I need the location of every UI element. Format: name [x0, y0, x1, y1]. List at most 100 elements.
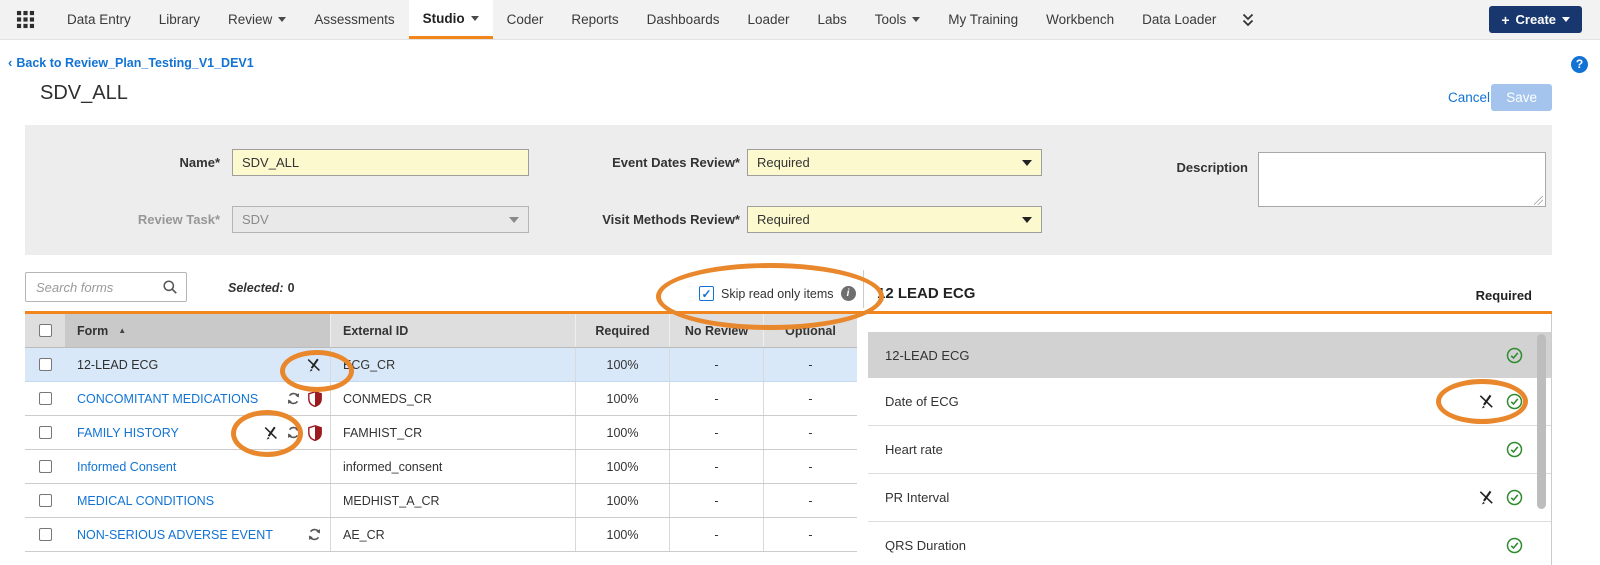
- check-circle-icon[interactable]: [1506, 393, 1523, 410]
- row-checkbox[interactable]: [39, 460, 52, 473]
- pencil-slash-icon: [306, 357, 322, 373]
- table-header-row: Form▲ External ID Required No Review Opt…: [25, 314, 857, 348]
- detail-row-date-of-ecg[interactable]: Date of ECG: [868, 378, 1551, 426]
- refresh-icon: [286, 391, 301, 406]
- skip-read-only-checkbox[interactable]: ✓: [699, 286, 714, 301]
- nav-tab-studio[interactable]: Studio: [409, 0, 493, 39]
- info-icon[interactable]: i: [841, 286, 856, 301]
- column-header-external-id[interactable]: External ID: [330, 314, 575, 347]
- nav-tab-library[interactable]: Library: [145, 0, 214, 39]
- cancel-button[interactable]: Cancel: [1448, 90, 1490, 105]
- review-task-select[interactable]: SDV: [232, 206, 529, 233]
- nav-tab-review[interactable]: Review: [214, 0, 300, 39]
- refresh-icon: [286, 425, 301, 440]
- column-header-label: Optional: [785, 324, 836, 338]
- form-cell: MEDICAL CONDITIONS: [65, 484, 330, 517]
- row-checkbox[interactable]: [39, 494, 52, 507]
- detail-row-pr-interval[interactable]: PR Interval: [868, 474, 1551, 522]
- create-button-label: Create: [1516, 12, 1556, 27]
- no-review-cell: -: [669, 518, 763, 551]
- form-name-link[interactable]: Informed Consent: [77, 460, 176, 474]
- search-forms-input[interactable]: [26, 280, 162, 295]
- table-row-concomitant-medications[interactable]: CONCOMITANT MEDICATIONS CONMEDS_CR 100% …: [25, 382, 857, 416]
- external-id-cell: FAMHIST_CR: [330, 416, 575, 449]
- save-button[interactable]: Save: [1491, 84, 1552, 111]
- nav-tab-loader[interactable]: Loader: [733, 0, 803, 39]
- column-header-required[interactable]: Required: [575, 314, 669, 347]
- detail-header-12-lead-ecg[interactable]: 12-LEAD ECG: [868, 332, 1551, 378]
- form-items-detail-panel: 12-LEAD ECG Date of ECG Heart rate PR In…: [868, 314, 1552, 565]
- top-navigation-bar: Data Entry Library Review Assessments St…: [0, 0, 1600, 40]
- name-field[interactable]: [232, 149, 529, 176]
- create-button[interactable]: + Create: [1489, 6, 1582, 33]
- form-name-link[interactable]: NON-SERIOUS ADVERSE EVENT: [77, 528, 273, 542]
- required-cell: 100%: [575, 484, 669, 517]
- row-checkbox-cell: [25, 518, 65, 551]
- chevron-left-icon: ‹: [8, 55, 12, 70]
- column-header-form[interactable]: Form▲: [65, 314, 330, 347]
- form-name-link[interactable]: CONCOMITANT MEDICATIONS: [77, 392, 258, 406]
- table-row-medical-conditions[interactable]: MEDICAL CONDITIONS MEDHIST_A_CR 100% - -: [25, 484, 857, 518]
- selected-count: 0: [288, 281, 295, 295]
- table-row-family-history[interactable]: FAMILY HISTORY FAMHIST_CR 100% - -: [25, 416, 857, 450]
- back-link[interactable]: ‹ Back to Review_Plan_Testing_V1_DEV1: [8, 55, 254, 70]
- nav-tab-workbench[interactable]: Workbench: [1032, 0, 1128, 39]
- nav-tab-dashboards[interactable]: Dashboards: [633, 0, 734, 39]
- detail-item-label: Heart rate: [885, 442, 943, 457]
- external-id-cell: AE_CR: [330, 518, 575, 551]
- no-review-cell: -: [669, 382, 763, 415]
- search-icon[interactable]: [162, 279, 186, 295]
- visit-methods-review-select[interactable]: Required: [747, 206, 1042, 233]
- nav-tab-assessments[interactable]: Assessments: [300, 0, 408, 39]
- nav-tab-label: Coder: [507, 12, 544, 27]
- help-icon[interactable]: ?: [1571, 56, 1588, 73]
- required-cell: 100%: [575, 518, 669, 551]
- column-header-no-review[interactable]: No Review: [669, 314, 763, 347]
- app-grid-icon[interactable]: [0, 0, 53, 39]
- column-header-optional[interactable]: Optional: [763, 314, 857, 347]
- nav-tab-tools[interactable]: Tools: [861, 0, 935, 39]
- nav-tab-data-entry[interactable]: Data Entry: [53, 0, 145, 39]
- optional-cell: -: [763, 518, 857, 551]
- review-plan-form-panel: Name* Review Task* SDV Event Dates Revie…: [25, 125, 1552, 255]
- nav-tab-label: Library: [159, 12, 200, 27]
- row-checkbox[interactable]: [39, 528, 52, 541]
- row-checkbox-cell: [25, 484, 65, 517]
- check-circle-icon[interactable]: [1506, 441, 1523, 458]
- table-row-non-serious-adverse-event[interactable]: NON-SERIOUS ADVERSE EVENT AE_CR 100% - -: [25, 518, 857, 552]
- external-id-cell: informed_consent: [330, 450, 575, 483]
- detail-row-heart-rate[interactable]: Heart rate: [868, 426, 1551, 474]
- shield-icon: [308, 391, 322, 407]
- form-name-link[interactable]: FAMILY HISTORY: [77, 426, 179, 440]
- nav-tab-my-training[interactable]: My Training: [934, 0, 1032, 39]
- table-row-12-lead-ecg[interactable]: 12-LEAD ECG ECG_CR 100% - -: [25, 348, 857, 382]
- detail-row-qrs-duration[interactable]: QRS Duration: [868, 522, 1551, 565]
- table-row-informed-consent[interactable]: Informed Consent informed_consent 100% -…: [25, 450, 857, 484]
- row-checkbox[interactable]: [39, 358, 52, 371]
- select-all-checkbox[interactable]: [39, 324, 52, 337]
- nav-tab-label: Data Entry: [67, 12, 131, 27]
- description-field[interactable]: [1258, 152, 1546, 207]
- external-id-cell: MEDHIST_A_CR: [330, 484, 575, 517]
- form-name-link[interactable]: MEDICAL CONDITIONS: [77, 494, 214, 508]
- scrollbar-thumb[interactable]: [1537, 334, 1546, 509]
- form-cell: CONCOMITANT MEDICATIONS: [65, 382, 330, 415]
- check-circle-icon[interactable]: [1506, 537, 1523, 554]
- row-checkbox[interactable]: [39, 392, 52, 405]
- nav-tab-labs[interactable]: Labs: [804, 0, 861, 39]
- row-checkbox[interactable]: [39, 426, 52, 439]
- check-circle-icon[interactable]: [1506, 489, 1523, 506]
- nav-tab-reports[interactable]: Reports: [557, 0, 632, 39]
- nav-tab-data-loader[interactable]: Data Loader: [1128, 0, 1230, 39]
- optional-cell: -: [763, 484, 857, 517]
- chevron-down-icon: [278, 17, 286, 22]
- form-name[interactable]: 12-LEAD ECG: [77, 358, 158, 372]
- description-label: Description: [1048, 160, 1248, 175]
- detail-item-label: PR Interval: [885, 490, 949, 505]
- check-circle-icon[interactable]: [1506, 347, 1523, 364]
- nav-tab-coder[interactable]: Coder: [493, 0, 558, 39]
- event-dates-review-select[interactable]: Required: [747, 149, 1042, 176]
- back-link-label: Back to Review_Plan_Testing_V1_DEV1: [16, 56, 253, 70]
- nav-overflow-double-chevron-icon[interactable]: [1230, 0, 1266, 39]
- nav-tab-label: Loader: [747, 12, 789, 27]
